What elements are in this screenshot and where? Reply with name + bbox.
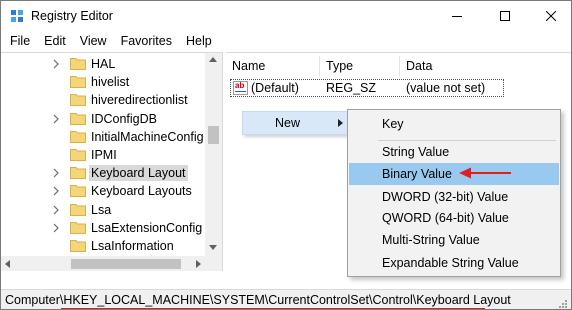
menu-item-label: Expandable String Value (382, 256, 519, 270)
close-button[interactable] (529, 1, 571, 31)
folder-icon (70, 58, 86, 70)
chevron-right-icon[interactable] (51, 185, 61, 197)
maximize-icon (500, 11, 510, 21)
context-menu-new-item[interactable]: New (242, 111, 348, 135)
menu-item-binary-value[interactable]: Binary Value (349, 163, 559, 185)
status-bar: Computer\HKEY_LOCAL_MACHINE\SYSTEM\Curre… (1, 289, 571, 309)
menu-bar: File Edit View Favorites Help (1, 31, 571, 51)
folder-icon (70, 76, 86, 89)
column-header-type[interactable]: Type (320, 56, 400, 76)
menu-item-key[interactable]: Key (349, 113, 559, 135)
chevron-right-icon[interactable] (51, 222, 61, 234)
menu-item-qword-value[interactable]: QWORD (64-bit) Value (349, 207, 559, 229)
folder-icon (70, 203, 86, 216)
tree-item[interactable]: Keyboard Layouts (1, 182, 206, 200)
folder-icon (70, 94, 86, 107)
folder-icon (70, 221, 86, 234)
menu-item-string-value[interactable]: String Value (349, 141, 559, 163)
scroll-thumb[interactable] (71, 259, 181, 269)
scroll-up-icon[interactable] (209, 57, 217, 62)
menu-edit[interactable]: Edit (37, 31, 73, 51)
tree-item-label: hiveredirectionlist (91, 93, 188, 108)
chevron-right-icon[interactable] (51, 58, 61, 70)
string-value-icon: ab (233, 81, 248, 95)
scrollbar-corner (205, 256, 222, 271)
tree-horizontal-scrollbar[interactable] (1, 256, 222, 271)
value-data: (value not set) (406, 81, 486, 95)
scroll-thumb[interactable] (208, 126, 219, 144)
folder-icon (70, 112, 86, 125)
menu-item-label: Multi-String Value (382, 233, 480, 247)
menu-item-multi-string-value[interactable]: Multi-String Value (349, 229, 559, 251)
folder-icon (70, 240, 86, 252)
menu-view[interactable]: View (73, 31, 114, 51)
tree-item-label: IPMI (91, 148, 117, 162)
new-submenu: Key String Value Binary Value DWORD (32-… (347, 109, 561, 277)
scroll-left-icon[interactable] (5, 260, 10, 268)
folder-icon (70, 149, 86, 161)
tree-item[interactable]: hiveredirectionlist (1, 91, 206, 109)
tree-item[interactable]: HAL (1, 55, 206, 73)
tree-item-label: InitialMachineConfig (91, 129, 204, 144)
chevron-right-icon[interactable] (51, 167, 61, 179)
resize-grip-icon[interactable] (557, 298, 567, 308)
tree-item-label: IDConfigDB (91, 111, 157, 126)
tree-item[interactable]: IDConfigDB (1, 110, 206, 128)
folder-icon (70, 185, 86, 198)
menu-item-label: String Value (382, 145, 450, 159)
scroll-right-icon[interactable] (196, 260, 201, 268)
scroll-down-icon[interactable] (209, 245, 217, 250)
close-icon (546, 11, 556, 21)
window-title: Registry Editor (31, 9, 113, 23)
new-menu-label: New (275, 116, 301, 130)
registry-editor-window: Registry Editor File Edit View Favorites… (0, 0, 572, 310)
tree-item[interactable]: LsaExtensionConfig (1, 219, 206, 237)
menu-item-label: DWORD (32-bit) Value (382, 190, 509, 204)
registry-editor-icon (11, 10, 23, 22)
tree-item[interactable]: IPMI (1, 146, 206, 164)
tree-item[interactable]: hivelist (1, 73, 206, 91)
key-tree-pane[interactable]: HAL hivelist hiveredirectionlist IDConfigDB… (1, 52, 223, 271)
menu-item-dword-value[interactable]: DWORD (32-bit) Value (349, 186, 559, 208)
menu-item-label: QWORD (64-bit) Value (382, 211, 509, 225)
status-path: Computer\HKEY_LOCAL_MACHINE\SYSTEM\Curre… (5, 293, 511, 307)
value-name: (Default) (251, 81, 299, 95)
minimize-icon (452, 16, 462, 17)
tree-item[interactable]: InitialMachineConfig (1, 128, 206, 146)
minimize-button[interactable] (435, 1, 479, 31)
tree-item-label: LsaInformation (91, 239, 174, 253)
menu-item-expandable-string-value[interactable]: Expandable String Value (349, 252, 559, 274)
title-bar[interactable]: Registry Editor (1, 1, 571, 31)
value-row-default[interactable]: ab (Default) REG_SZ (value not set) (230, 79, 504, 97)
tree-vertical-scrollbar[interactable] (205, 53, 222, 256)
tree-item-label: Lsa (91, 202, 112, 217)
folder-icon (70, 130, 86, 143)
tree-item-label: HAL (91, 57, 116, 71)
annotation-arrow-icon (459, 167, 511, 179)
tree-item[interactable]: LsaInformation (1, 237, 206, 255)
menu-favorites[interactable]: Favorites (114, 31, 179, 51)
submenu-arrow-icon (338, 119, 343, 127)
tree-item-label: Keyboard Layout (89, 165, 188, 182)
chevron-right-icon[interactable] (51, 204, 61, 216)
menu-item-label: Binary Value (382, 167, 452, 181)
value-type: REG_SZ (326, 81, 377, 95)
menu-file[interactable]: File (1, 31, 37, 51)
menu-item-label: Key (382, 117, 404, 131)
maximize-button[interactable] (483, 1, 527, 31)
chevron-right-icon[interactable] (51, 113, 61, 125)
tree-item[interactable]: Lsa (1, 201, 206, 219)
folder-icon (70, 167, 86, 180)
column-header-name[interactable]: Name (226, 56, 320, 76)
tree-item[interactable]: Keyboard Layout (1, 164, 206, 182)
column-header-data[interactable]: Data (400, 56, 571, 76)
menu-help[interactable]: Help (179, 31, 219, 51)
tree-item-label: Keyboard Layouts (91, 184, 192, 199)
tree-item-label: LsaExtensionConfig (91, 220, 203, 235)
tree-item-label: hivelist (91, 75, 130, 90)
